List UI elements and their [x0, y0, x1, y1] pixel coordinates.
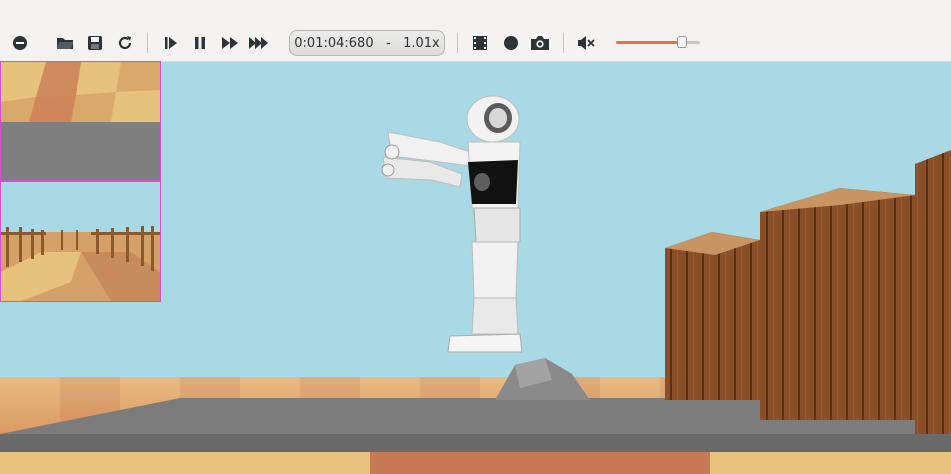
pause-icon[interactable] [188, 31, 212, 55]
remove-icon[interactable] [8, 31, 32, 55]
run-icon[interactable] [218, 31, 242, 55]
simulation-time-display: 0:01:04:680 - 1.01x [289, 30, 445, 56]
toolbar-separator [457, 33, 458, 53]
grey-platform-edge [0, 434, 951, 452]
open-folder-icon[interactable] [53, 31, 77, 55]
wooden-crate-middle [760, 188, 915, 420]
camera-view-bottom[interactable] [0, 61, 161, 181]
camera-view-front[interactable] [0, 181, 161, 302]
reload-icon[interactable] [113, 31, 137, 55]
mute-icon[interactable] [574, 31, 598, 55]
volume-slider-fill [616, 41, 682, 44]
wooden-crate-left [665, 232, 760, 400]
record-icon[interactable] [499, 31, 523, 55]
simulation-toolbar: 0:01:04:680 - 1.01x [0, 0, 951, 62]
save-icon[interactable] [83, 31, 107, 55]
record-movie-icon[interactable] [468, 31, 492, 55]
wooden-crate-right [915, 150, 951, 434]
volume-slider-handle[interactable] [677, 36, 687, 48]
fast-forward-icon[interactable] [247, 31, 271, 55]
near-floor-tile [370, 450, 710, 474]
step-icon[interactable] [159, 31, 183, 55]
screenshot-icon[interactable] [528, 31, 552, 55]
volume-slider[interactable] [616, 36, 700, 50]
toolbar-separator [147, 33, 148, 53]
toolbar-separator [563, 33, 564, 53]
